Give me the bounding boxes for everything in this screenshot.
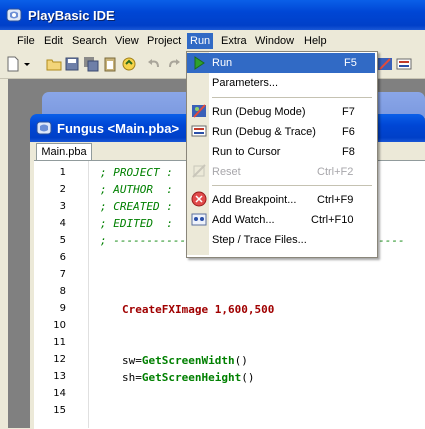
reset-icon bbox=[192, 164, 206, 178]
menu-item-label: Run to Cursor bbox=[212, 146, 281, 158]
code-line-comment: ; AUTHOR : bbox=[100, 183, 173, 196]
call-parens: () bbox=[241, 371, 255, 384]
line-number: 9 bbox=[59, 303, 66, 314]
menu-bar: File Edit Search View Project Run Extra … bbox=[0, 30, 425, 52]
code-line-comment: ; EDITED : bbox=[100, 217, 173, 230]
menu-item-label: Step / Trace Files... bbox=[212, 234, 307, 246]
redo-icon[interactable] bbox=[166, 56, 182, 72]
menu-item-label: Parameters... bbox=[212, 77, 279, 89]
line-number: 10 bbox=[53, 320, 66, 331]
breakpoint-icon bbox=[191, 191, 207, 207]
code-line-createfximage: CreateFXImage 1,600,500 bbox=[122, 303, 274, 316]
menu-run[interactable]: Run bbox=[187, 33, 214, 49]
variable-assign: sh= bbox=[122, 371, 142, 384]
menu-item-shortcut: F8 bbox=[342, 146, 355, 158]
menu-item-shortcut: F5 bbox=[344, 57, 357, 69]
variable-assign: sw= bbox=[122, 354, 142, 367]
line-number: 11 bbox=[53, 337, 66, 348]
line-number: 5 bbox=[59, 235, 66, 246]
gutter-divider bbox=[88, 161, 89, 428]
line-number: 13 bbox=[53, 371, 66, 382]
debug-mode-icon bbox=[192, 104, 206, 118]
code-line-getscreenheight: sh=GetScreenHeight() bbox=[122, 371, 254, 384]
playbasic-document-icon bbox=[36, 121, 52, 135]
menu-project[interactable]: Project bbox=[144, 33, 184, 49]
save-all-icon[interactable] bbox=[83, 56, 99, 72]
app-title: PlayBasic IDE bbox=[28, 8, 115, 23]
menu-item-label: Reset bbox=[212, 166, 241, 178]
chevron-down-icon[interactable] bbox=[22, 56, 32, 72]
menu-edit[interactable]: Edit bbox=[41, 33, 66, 49]
line-number: 4 bbox=[59, 218, 66, 229]
code-line-getscreenwidth: sw=GetScreenWidth() bbox=[122, 354, 248, 367]
menu-item-shortcut: Ctrl+F9 bbox=[317, 194, 354, 206]
menu-item-label: Run bbox=[212, 57, 233, 69]
open-folder-icon[interactable] bbox=[46, 56, 62, 72]
line-number: 14 bbox=[53, 388, 66, 399]
line-number: 3 bbox=[59, 201, 66, 212]
menu-item-shortcut: F6 bbox=[342, 126, 355, 138]
toolbar-right-icons bbox=[376, 51, 425, 78]
line-number: 6 bbox=[59, 252, 66, 263]
menu-item-label: Add Watch... bbox=[212, 214, 275, 226]
line-number: 7 bbox=[59, 269, 66, 280]
code-line-comment: ; PROJECT : bbox=[100, 166, 173, 179]
menu-help[interactable]: Help bbox=[301, 33, 330, 49]
play-icon bbox=[194, 56, 205, 70]
debug-trace-icon bbox=[191, 125, 207, 137]
menu-item-shortcut: F7 bbox=[342, 106, 355, 118]
undo-icon[interactable] bbox=[146, 56, 162, 72]
menu-separator bbox=[212, 185, 372, 186]
function-name: GetScreenWidth bbox=[141, 354, 235, 367]
function-args: 1,600,500 bbox=[208, 303, 275, 316]
menu-item-label: Run (Debug Mode) bbox=[212, 106, 306, 118]
menu-file[interactable]: File bbox=[14, 33, 38, 49]
new-file-icon[interactable] bbox=[5, 56, 21, 72]
menu-extra[interactable]: Extra bbox=[218, 33, 250, 49]
call-parens: () bbox=[234, 354, 248, 367]
save-icon[interactable] bbox=[64, 56, 80, 72]
editor-window-title: Fungus <Main.pba> bbox=[57, 121, 180, 136]
line-number: 8 bbox=[59, 286, 66, 297]
refresh-icon[interactable] bbox=[121, 56, 137, 72]
clipboard-icon[interactable] bbox=[102, 56, 118, 72]
function-name: CreateFXImage bbox=[122, 303, 209, 316]
tab-main-pba[interactable]: Main.pba bbox=[36, 143, 92, 161]
line-number: 2 bbox=[59, 184, 66, 195]
function-name: GetScreenHeight bbox=[141, 371, 242, 384]
debug-run-icon[interactable] bbox=[377, 56, 393, 72]
menu-search[interactable]: Search bbox=[69, 33, 110, 49]
line-number: 15 bbox=[53, 405, 66, 416]
menu-item-label: Add Breakpoint... bbox=[212, 194, 297, 206]
code-line-comment: ; CREATED : bbox=[100, 200, 173, 213]
line-number: 1 bbox=[59, 167, 66, 178]
menu-separator bbox=[212, 97, 372, 98]
menu-window[interactable]: Window bbox=[252, 33, 297, 49]
menu-item-shortcut: Ctrl+F2 bbox=[317, 166, 354, 178]
line-number: 12 bbox=[53, 354, 66, 365]
watch-icon bbox=[191, 213, 207, 226]
menu-item-shortcut: Ctrl+F10 bbox=[311, 214, 354, 226]
trace-icon[interactable] bbox=[396, 56, 412, 72]
menu-item-label: Run (Debug & Trace) bbox=[212, 126, 316, 138]
menu-view[interactable]: View bbox=[112, 33, 142, 49]
playbasic-app-icon bbox=[6, 8, 22, 22]
